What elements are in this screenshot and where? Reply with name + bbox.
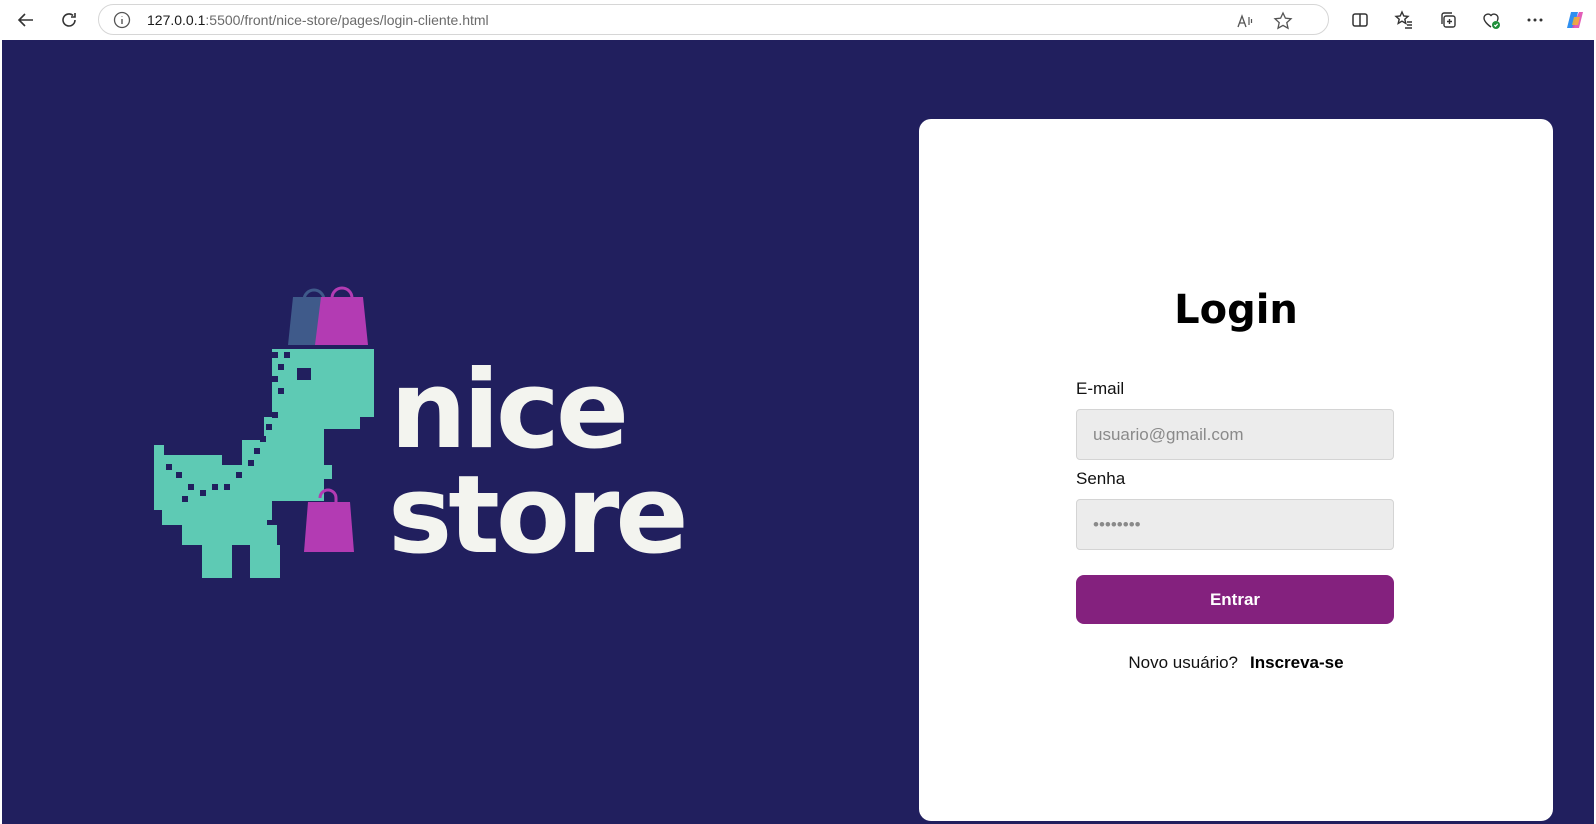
favorite-star-icon[interactable] (1272, 10, 1294, 32)
email-field[interactable] (1076, 409, 1394, 460)
read-aloud-icon[interactable] (1234, 10, 1256, 32)
address-bar[interactable]: 127.0.0.1:5500/front/nice-store/pages/lo… (98, 4, 1329, 35)
password-field[interactable] (1076, 499, 1394, 550)
split-screen-icon[interactable] (1348, 8, 1372, 32)
login-page: nice store Login E-mail Senha Entrar Nov… (2, 40, 1594, 824)
browser-toolbar: 127.0.0.1:5500/front/nice-store/pages/lo… (0, 0, 1596, 40)
email-label: E-mail (1076, 379, 1125, 398)
url-host: 127.0.0.1 (147, 12, 206, 28)
back-icon[interactable] (12, 6, 40, 34)
info-icon[interactable] (113, 11, 131, 34)
signup-prompt: Novo usuário? Inscreva-se (919, 653, 1553, 673)
signup-link[interactable]: Inscreva-se (1250, 653, 1344, 672)
collections-icon[interactable] (1436, 8, 1460, 32)
favorites-icon[interactable] (1392, 8, 1416, 32)
login-card: Login E-mail Senha Entrar Novo usuário? I… (919, 119, 1553, 821)
browser-essentials-icon[interactable] (1479, 8, 1503, 32)
refresh-icon[interactable] (55, 6, 83, 34)
url-path: :5500/front/nice-store/pages/login-clien… (205, 12, 489, 28)
brand-name-line2: store (388, 453, 689, 578)
new-user-text: Novo usuário? (1128, 653, 1239, 672)
more-icon[interactable] (1523, 8, 1547, 32)
login-button[interactable]: Entrar (1076, 575, 1394, 624)
url-text[interactable]: 127.0.0.1:5500/front/nice-store/pages/lo… (147, 12, 489, 28)
brand-name-line1: nice (390, 348, 629, 473)
login-title: Login (1174, 287, 1298, 333)
password-label: Senha (1076, 469, 1126, 488)
copilot-icon[interactable] (1563, 8, 1587, 32)
